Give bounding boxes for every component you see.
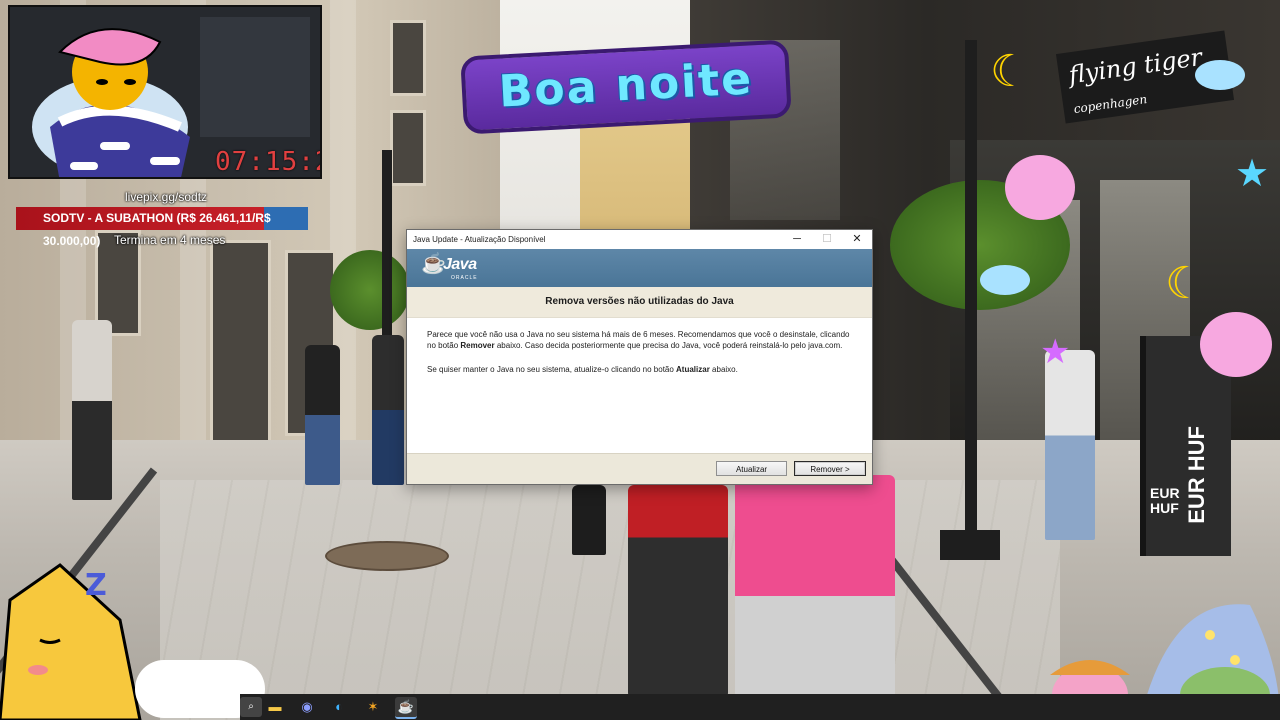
message-text: Se quiser manter o Java no seu sistema, … xyxy=(427,365,677,374)
java-icon[interactable]: ☕ xyxy=(395,697,417,719)
remove-button[interactable]: Remover > xyxy=(794,461,866,476)
message-paragraph-1: Parece que você não usa o Java no seu si… xyxy=(427,329,852,351)
moon-icon: ☾ xyxy=(990,47,1030,96)
street-lamp xyxy=(965,40,977,560)
dialog-titlebar[interactable]: Java Update - Atualização Disponível ─ ☐… xyxy=(407,230,872,249)
window xyxy=(390,110,426,186)
message-bold: Remover xyxy=(460,341,495,350)
pedestrian xyxy=(735,475,895,695)
pedestrian xyxy=(1045,350,1095,540)
pedestrian xyxy=(72,320,112,500)
pink-cloud-icon xyxy=(1005,155,1075,220)
close-button[interactable]: ✕ xyxy=(842,230,872,249)
dialog-heading: Remova versões não utilizadas do Java xyxy=(407,287,872,318)
taskbar: ⌕ ▬ ◉ ◐ ✶ ☕ xyxy=(240,694,1280,720)
minimize-button[interactable]: ─ xyxy=(782,230,812,249)
pedestrian xyxy=(372,335,404,485)
livepix-link: livepix.gg/sodtz xyxy=(125,190,208,204)
pedestrian xyxy=(305,345,340,485)
subathon-bar: SODTV - A SUBATHON (R$ 26.461,11/R$ 30.0… xyxy=(16,207,308,248)
webcam-overlay: 07:15:25 xyxy=(8,5,322,179)
shop-sign-subtext: copenhagen xyxy=(1072,92,1148,117)
pedestrian xyxy=(572,485,606,555)
discord-icon[interactable]: ◉ xyxy=(296,697,318,717)
edge-icon[interactable]: ◐ xyxy=(328,697,350,717)
subathon-remaining: Termina em 4 meses xyxy=(114,233,226,247)
java-update-dialog: Java Update - Atualização Disponível ─ ☐… xyxy=(406,229,873,485)
update-button[interactable]: Atualizar xyxy=(716,461,787,476)
window xyxy=(390,20,426,96)
dialog-title: Java Update - Atualização Disponível xyxy=(413,235,546,244)
webcam-shelf xyxy=(200,17,310,137)
dialog-footer: Atualizar Remover > xyxy=(407,453,872,484)
dialog-body: Parece que você não usa o Java no seu si… xyxy=(407,318,872,436)
star-icon: ★ xyxy=(1040,333,1071,371)
file-explorer-icon[interactable]: ▬ xyxy=(264,697,286,717)
shop-sign-text: flying tiger xyxy=(1067,43,1204,90)
maximize-button: ☐ xyxy=(822,233,832,245)
message-text: abaixo. xyxy=(709,365,738,374)
stream-timer: 07:15:25 xyxy=(215,147,320,177)
window xyxy=(210,240,271,446)
message-text: abaixo. Caso decida posteriormente que p… xyxy=(494,341,843,350)
star-icon: ★ xyxy=(1235,153,1270,195)
pedestrian xyxy=(628,485,728,695)
sleeping-star-icon: Z xyxy=(0,563,142,720)
message-paragraph-2: Se quiser manter o Java no seu sistema, … xyxy=(427,364,852,375)
java-banner: ☕ Java ORACLE xyxy=(407,249,872,287)
pink-cloud-icon xyxy=(1200,312,1272,377)
manhole-cover xyxy=(325,541,449,571)
svg-text:Z: Z xyxy=(85,568,107,603)
flower-basket xyxy=(330,250,410,330)
blue-cloud-icon xyxy=(980,265,1030,295)
search-icon[interactable]: ⌕ xyxy=(240,697,262,717)
moon-icon: ☾ xyxy=(1165,259,1205,308)
atm-sign: EUR HUF xyxy=(1184,426,1209,524)
java-logo-word: Java xyxy=(443,256,477,273)
oracle-label: ORACLE xyxy=(451,275,478,281)
sleeping-character-icon xyxy=(32,28,190,177)
app-icon[interactable]: ✶ xyxy=(362,697,384,717)
atm-sign-small: EUR HUF xyxy=(1150,485,1180,516)
greeting-text: Boa noite xyxy=(497,53,755,118)
blue-cloud-icon xyxy=(1195,60,1245,90)
message-bold: Atualizar xyxy=(676,365,710,374)
lamp-base xyxy=(940,530,1000,560)
